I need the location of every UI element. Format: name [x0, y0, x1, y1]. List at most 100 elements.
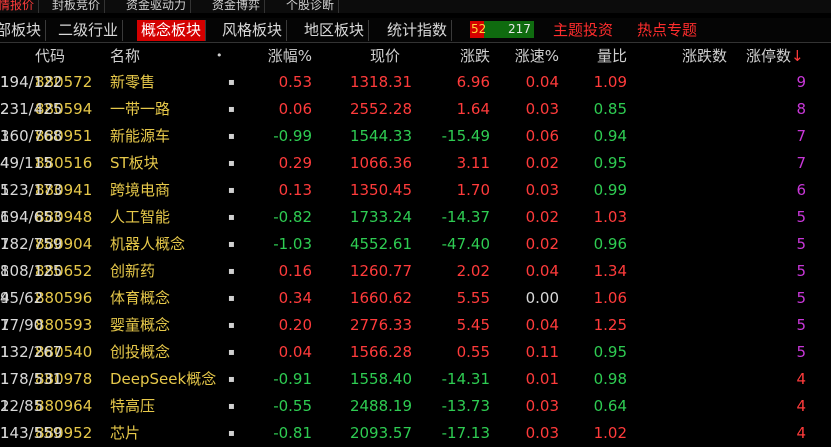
- change-percent: -1.03: [273, 235, 312, 253]
- up-down-count: 123/173: [0, 181, 63, 199]
- price-change: -47.40: [441, 235, 490, 253]
- volume-ratio: 0.85: [593, 100, 627, 118]
- change-speed: 0.00: [525, 289, 559, 307]
- tab-region-sector[interactable]: 地区板块: [300, 20, 370, 41]
- table-row[interactable]: 10880593婴童概念▪0.202776.335.450.041.2577/9…: [0, 312, 831, 339]
- change-speed: 0.02: [525, 235, 559, 253]
- table-header: 代码 名称 • 涨幅% 现价 涨跌 涨速% 量比 涨跌数 涨停数↓: [0, 44, 831, 68]
- row-marker: ▪: [228, 77, 235, 88]
- price-change: -17.13: [441, 424, 490, 442]
- col-limit-up-count[interactable]: 涨停数↓: [746, 44, 804, 68]
- price-change: 2.02: [456, 262, 490, 280]
- change-percent: -0.55: [273, 397, 312, 415]
- current-price: 1558.40: [349, 370, 412, 388]
- table-row[interactable]: 4 880516 ST板块 ▪ 0.29 1066.36 3.11 0.02 0.95 49/11…: [0, 150, 831, 177]
- row-marker: ▪: [228, 347, 235, 358]
- sector-name: 一带一路: [110, 100, 171, 118]
- col-change[interactable]: 涨跌: [420, 44, 490, 68]
- up-down-count: 22/85: [0, 397, 44, 415]
- table-row[interactable]: 6 880948 人工智能 ▪ -0.82 1733.24 -14.37 0.02 1.03 19…: [0, 204, 831, 231]
- up-down-count: 45/62: [0, 289, 44, 307]
- table-row[interactable]: 14880952芯片▪-0.812093.57-17.130.031.02143…: [0, 420, 831, 447]
- stock-code: 880596: [35, 289, 93, 307]
- stock-code: 880964: [35, 397, 93, 415]
- limit-up-count: 9: [796, 73, 806, 91]
- up-down-count: 77/90: [0, 316, 44, 334]
- tab-style-sector[interactable]: 风格板块: [218, 20, 288, 41]
- row-marker: ▪: [228, 131, 235, 142]
- col-up-down-count[interactable]: 涨跌数: [635, 44, 727, 68]
- change-percent: -0.99: [273, 127, 312, 145]
- change-percent: 0.53: [278, 73, 312, 91]
- row-marker: ▪: [228, 293, 235, 304]
- table-row[interactable]: 2 880594 一带一路 ▪ 0.06 2552.28 1.64 0.03 0.85 231/4…: [0, 96, 831, 123]
- col-code[interactable]: 代码: [35, 44, 65, 68]
- change-speed: 0.02: [525, 208, 559, 226]
- tab-stat-index[interactable]: 统计指数: [383, 20, 453, 41]
- volume-ratio: 1.03: [593, 208, 627, 226]
- change-percent: 0.34: [278, 289, 312, 307]
- up-down-count: 231/425: [0, 100, 63, 118]
- sector-name: 特高压: [110, 397, 156, 415]
- tab-secondary-industry[interactable]: 二级行业: [54, 20, 124, 41]
- sector-name: 创新药: [110, 262, 156, 280]
- top-tab-stock-diagnosis[interactable]: 个股诊断: [282, 0, 340, 13]
- current-price: 1733.24: [349, 208, 412, 226]
- top-tab-fund-driver[interactable]: 资金驱动力: [122, 0, 192, 13]
- hot-topics-link[interactable]: 热点专题: [637, 20, 697, 41]
- limit-up-count: 4: [796, 397, 806, 415]
- change-percent: 0.29: [278, 154, 312, 172]
- price-change: 5.45: [456, 316, 490, 334]
- up-down-count: 194/653: [0, 208, 63, 226]
- change-percent: 0.04: [278, 343, 312, 361]
- tab-sector[interactable]: 部板块: [0, 20, 47, 41]
- row-marker: ▪: [228, 239, 235, 250]
- theme-investment-link[interactable]: 主题投资: [553, 20, 613, 41]
- table-row[interactable]: 5 880941 跨境电商 ▪ 0.13 1350.45 1.70 0.03 0.99 123/1…: [0, 177, 831, 204]
- current-price: 2552.28: [349, 100, 412, 118]
- current-price: 4552.61: [349, 235, 412, 253]
- col-pct[interactable]: 涨幅%: [250, 44, 312, 68]
- sector-name: 创投概念: [110, 343, 171, 361]
- col-limit-up-label: 涨停数: [746, 47, 792, 65]
- table-row[interactable]: 7 880904 机器人概念 ▪ -1.03 4552.61 -47.40 0.02 0.96 1…: [0, 231, 831, 258]
- limit-up-count: 5: [796, 235, 806, 253]
- limit-up-count: 7: [796, 127, 806, 145]
- table-row[interactable]: 1 880572 新零售 ▪ 0.53 1318.31 6.96 0.04 1.09 194/12…: [0, 69, 831, 96]
- table-row[interactable]: 13880964特高压▪-0.552488.19-13.730.030.6422…: [0, 393, 831, 420]
- price-change: -15.49: [441, 127, 490, 145]
- table-row[interactable]: 11880540创投概念▪0.041566.280.550.110.95132/…: [0, 339, 831, 366]
- top-tab-fund-game[interactable]: 资金博弈: [208, 0, 266, 13]
- up-down-count: 182/759: [0, 235, 63, 253]
- limit-up-count: 4: [796, 370, 806, 388]
- change-speed: 0.03: [525, 181, 559, 199]
- category-tab-bar: 部板块 二级行业 概念板块 风格板块 地区板块 统计指数 52 217 主题投资…: [0, 18, 831, 43]
- current-price: 1660.62: [349, 289, 412, 307]
- row-marker: ▪: [228, 212, 235, 223]
- col-speed[interactable]: 涨速%: [495, 44, 559, 68]
- current-price: 1566.28: [349, 343, 412, 361]
- table-row[interactable]: 8 880652 创新药 ▪ 0.16 1260.77 2.02 0.04 1.34 108/12…: [0, 258, 831, 285]
- up-down-count: 108/125: [0, 262, 63, 280]
- table-row[interactable]: 9 880596 体育概念 ▪ 0.34 1660.62 5.55 0.00 1.06 45/62…: [0, 285, 831, 312]
- top-tab-intel-price[interactable]: 情报价: [0, 0, 40, 13]
- row-marker: ▪: [228, 158, 235, 169]
- current-price: 2776.33: [349, 316, 412, 334]
- sector-name: ST板块: [110, 154, 159, 172]
- volume-ratio: 1.02: [593, 424, 627, 442]
- top-tab-limit-auction[interactable]: 封板竞价: [48, 0, 106, 13]
- table-row[interactable]: 12880978DeepSeek概念▪-0.911558.40-14.310.0…: [0, 366, 831, 393]
- volume-ratio: 0.99: [593, 181, 627, 199]
- volume-ratio: 0.98: [593, 370, 627, 388]
- price-change: 6.96: [456, 73, 490, 91]
- table-row[interactable]: 3 880951 新能源车 ▪ -0.99 1544.33 -15.49 0.06 0.94 16…: [0, 123, 831, 150]
- sector-name: 机器人概念: [110, 235, 186, 253]
- price-change: -14.31: [441, 370, 490, 388]
- col-name[interactable]: 名称: [110, 44, 140, 68]
- current-price: 1066.36: [349, 154, 412, 172]
- col-volume-ratio[interactable]: 量比: [572, 44, 627, 68]
- tab-concept-sector[interactable]: 概念板块: [137, 20, 207, 41]
- price-change: -14.37: [441, 208, 490, 226]
- col-price[interactable]: 现价: [320, 44, 400, 68]
- row-marker: ▪: [228, 428, 235, 439]
